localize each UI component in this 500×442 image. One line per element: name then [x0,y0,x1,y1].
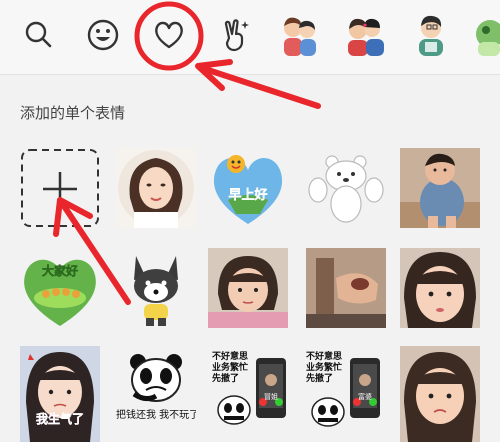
sticker-pack-kiss [348,18,384,56]
little-girl-image [208,248,288,328]
sticker-little-girl-1[interactable] [208,248,288,328]
tab-sticker-pack-4[interactable] [468,10,500,60]
little-girl-pout-image [400,346,480,442]
sticker-good-morning-heart[interactable]: 早上好 [208,148,288,228]
angry-girl-image [20,346,100,442]
sticker-pack-couple [284,17,316,56]
sticker-caption: 把钱还我 我不玩了 [116,410,196,421]
sticker-caption: 不好意思 业务繁忙 先撤了 [212,352,249,384]
sticker-caption: 我生气了 [35,412,84,426]
add-sticker-button[interactable] [20,148,100,228]
tab-favorites[interactable] [144,10,194,60]
hand-food-image [306,248,386,328]
sticker-white-bear[interactable] [306,148,386,228]
sticker-cartoon-fox[interactable] [116,248,196,328]
panda-meme-image [116,346,196,442]
sticker-pack-partial [476,20,500,56]
tab-sticker-pack-3[interactable] [406,10,456,60]
tab-sticker-pack-2[interactable] [340,10,390,60]
sticker-busy-panda-2[interactable]: 不好意思 业务繁忙 先撤了 富婆 [304,346,384,442]
sticker-caption: 大家好 [41,264,79,279]
tab-emoji[interactable] [78,10,128,60]
sticker-hello-everyone[interactable]: 大家好 [20,248,100,328]
tab-search[interactable] [14,10,64,60]
chubby-kid-image [400,148,480,228]
plus-icon [21,149,99,227]
tab-sticker-pack-1[interactable] [274,10,324,60]
little-girl-closeup-image [400,248,480,328]
white-bear-image [306,148,386,228]
sticker-hand-eating[interactable] [306,248,386,328]
cartoon-fox-image [116,248,196,328]
sticker-caption: 早上好 [228,188,268,203]
sticker-tab-bar [0,0,500,75]
victory-hand-icon [224,19,249,52]
sticker-little-girl-3[interactable] [400,346,480,442]
call-name-label: 冒姐 [264,393,278,401]
tab-gesture[interactable] [210,10,260,60]
hello-everyone-heart-image [20,248,100,328]
sticker-pack-boy [419,15,443,56]
girl-portrait-image [116,148,196,228]
sticker-little-girl-2[interactable] [400,248,480,328]
sticker-caption: 不好意思 业务繁忙 先撤了 [306,352,343,384]
sticker-busy-panda-1[interactable]: 不好意思 业务繁忙 先撤了 冒姐 [210,346,290,442]
heart-icon [155,21,183,49]
sticker-angry-girl[interactable]: 我生气了 [20,346,100,442]
call-name-label: 富婆 [358,393,372,401]
emoji-smile-icon [87,19,119,51]
section-title: 添加的单个表情 [20,104,126,122]
sticker-panda-refund[interactable]: 把钱还我 我不玩了 [116,346,196,442]
sticker-girl-portrait[interactable] [116,148,196,228]
sticker-chubby-kid[interactable] [400,148,480,228]
search-icon [25,21,52,48]
